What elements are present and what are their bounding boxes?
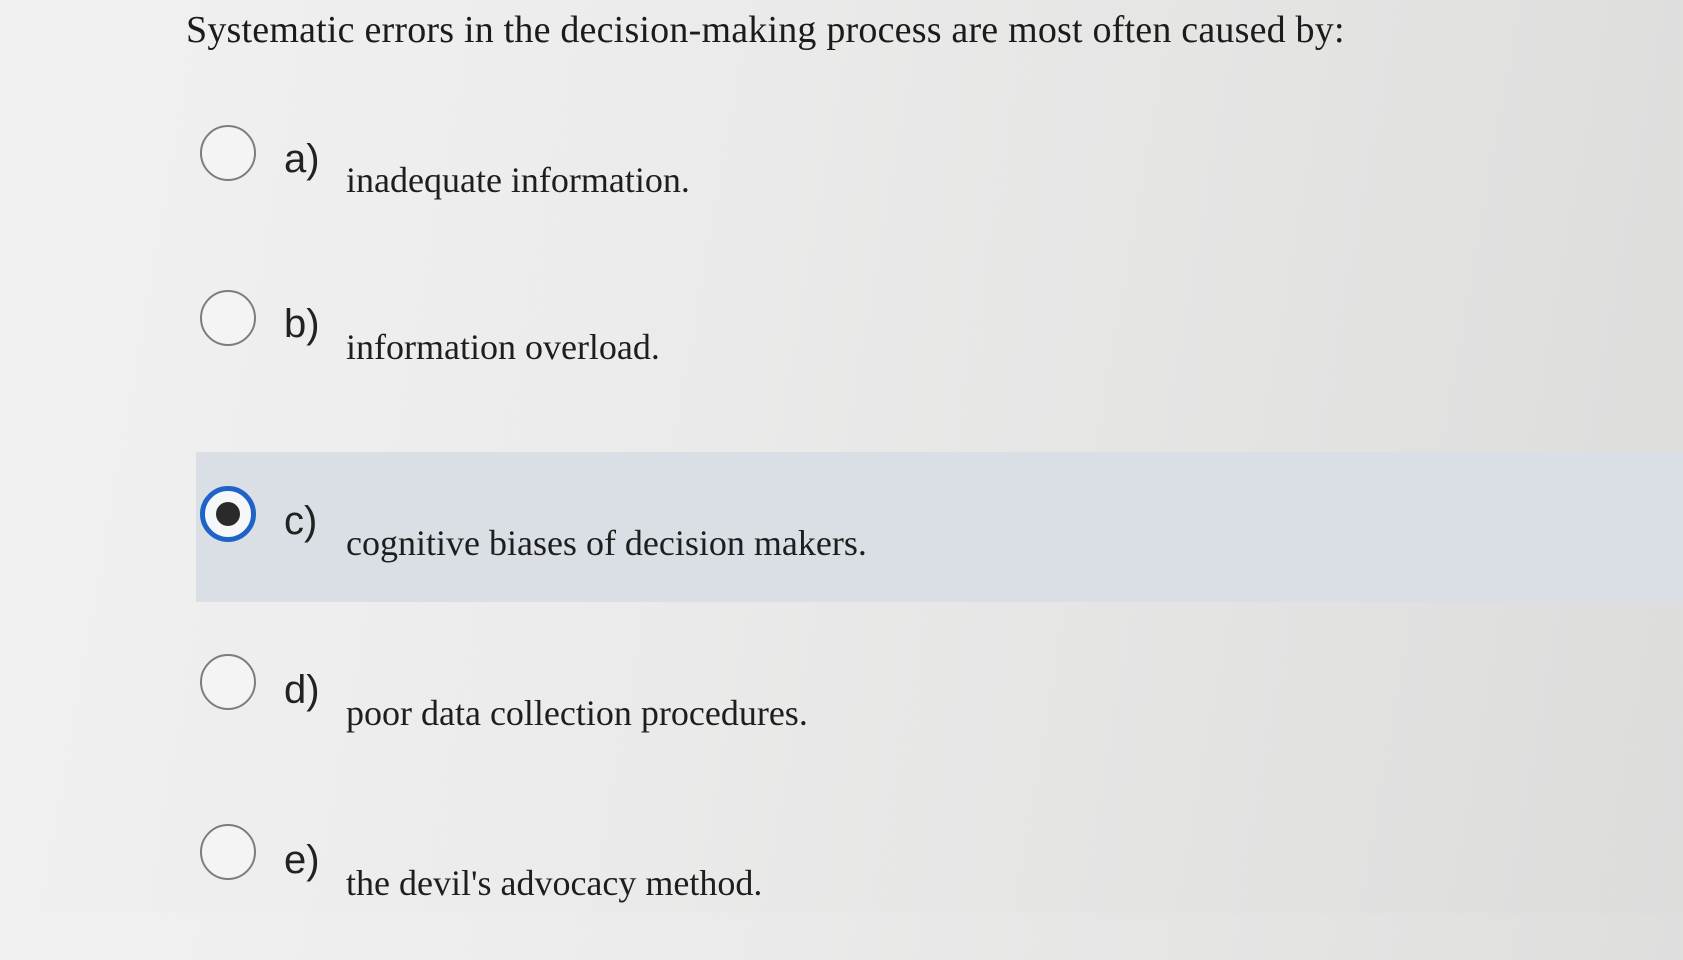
option-letter-e: e) [284,838,320,882]
option-text-e: the devil's advocacy method. [346,863,763,903]
radio-button-d[interactable] [200,654,256,710]
radio-button-a[interactable] [200,125,256,181]
option-text-d: poor data collection procedures. [346,693,808,733]
option-d[interactable]: d) poor data collection procedures. [196,640,1683,790]
option-a[interactable]: a) inadequate information. [196,115,1683,265]
option-e[interactable]: e) the devil's advocacy method. [196,810,1683,960]
option-c[interactable]: c) cognitive biases of decision makers. [196,452,1683,602]
radio-button-e[interactable] [200,824,256,880]
option-letter-a: a) [284,137,320,181]
option-letter-d: d) [284,668,320,712]
option-text-a: inadequate information. [346,160,690,200]
quiz-page: Systematic errors in the decision-making… [0,0,1683,913]
option-text-b: information overload. [346,327,660,367]
option-letter-c: c) [284,499,318,543]
option-text-c: cognitive biases of decision makers. [346,523,867,563]
radio-button-b[interactable] [200,290,256,346]
option-letter-b: b) [284,302,320,346]
question-text: Systematic errors in the decision-making… [186,9,1345,51]
option-b[interactable]: b) information overload. [196,280,1683,430]
radio-button-c-selected[interactable] [200,486,256,542]
